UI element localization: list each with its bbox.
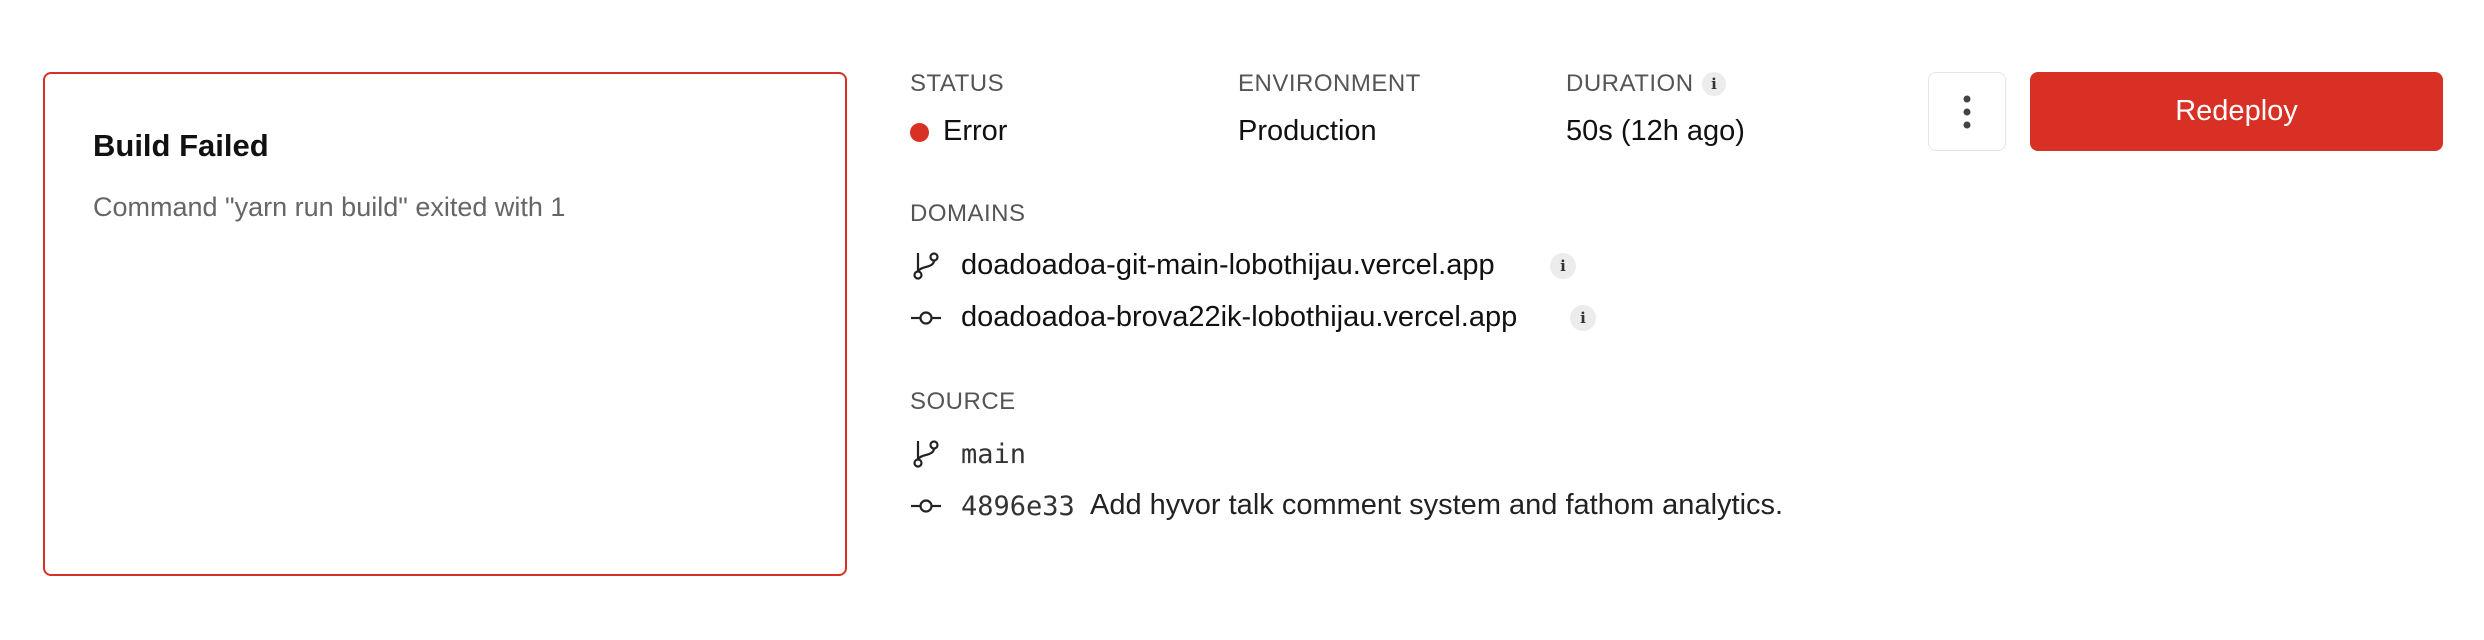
build-error-card: Build Failed Command "yarn run build" ex…	[43, 72, 847, 576]
error-title: Build Failed	[93, 128, 269, 163]
duration-info-icon[interactable]: i	[1702, 72, 1726, 96]
git-commit-icon	[911, 311, 941, 325]
environment-label: ENVIRONMENT	[1238, 70, 1421, 97]
domains-label: DOMAINS	[910, 200, 1026, 227]
source-commit-message: Add hyvor talk comment system and fathom…	[1090, 489, 1784, 521]
source-label: SOURCE	[910, 388, 1016, 415]
more-options-button[interactable]	[1928, 72, 2006, 151]
git-branch-icon	[913, 252, 939, 280]
git-commit-icon	[911, 499, 941, 513]
domain-info-icon[interactable]: i	[1550, 253, 1576, 279]
git-branch-icon	[913, 440, 939, 468]
status-error-dot	[910, 123, 929, 142]
domain-link-commit[interactable]: doadoadoa-brova22ik-lobothijau.vercel.ap…	[961, 301, 1517, 334]
source-commit-hash[interactable]: 4896e33	[961, 491, 1075, 522]
status-label: STATUS	[910, 70, 1005, 97]
domain-link-git-main[interactable]: doadoadoa-git-main-lobothijau.vercel.app	[961, 249, 1495, 282]
environment-value: Production	[1238, 115, 1377, 147]
status-value: Error	[943, 115, 1008, 147]
domain-info-icon[interactable]: i	[1570, 305, 1596, 331]
more-vertical-icon	[1963, 95, 1971, 128]
error-message: Command "yarn run build" exited with 1	[93, 192, 566, 222]
source-branch[interactable]: main	[961, 439, 1026, 470]
duration-value: 50s (12h ago)	[1566, 115, 1745, 147]
redeploy-button[interactable]: Redeploy	[2030, 72, 2443, 151]
duration-label: DURATION	[1566, 70, 1694, 97]
